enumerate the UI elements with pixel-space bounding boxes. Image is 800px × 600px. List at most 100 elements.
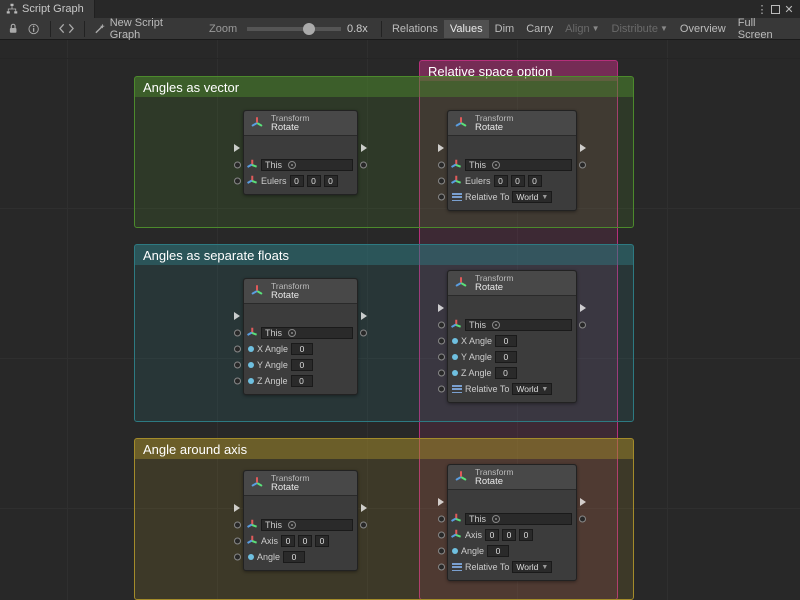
relative-to-dropdown[interactable]: World▼ <box>512 561 552 573</box>
relative-to-dropdown[interactable]: World▼ <box>512 383 552 395</box>
target-picker-icon[interactable] <box>492 515 500 523</box>
eulers-in-port[interactable] <box>234 178 241 185</box>
flow-in-port[interactable] <box>234 312 240 320</box>
target-in-port[interactable] <box>234 522 241 529</box>
angle-port[interactable] <box>438 548 445 555</box>
node-transform-rotate[interactable]: TransformRotate This Axis000 Angle0 Rela… <box>447 464 577 581</box>
code-icon[interactable] <box>55 20 78 38</box>
data-out-port[interactable] <box>360 330 367 337</box>
menu-relations[interactable]: Relations <box>386 20 444 38</box>
node-header[interactable]: TransformRotate <box>448 271 576 296</box>
target-in-port[interactable] <box>234 330 241 337</box>
target-in-port[interactable] <box>438 516 445 523</box>
flow-in-port[interactable] <box>234 144 240 152</box>
relative-in-port[interactable] <box>438 564 445 571</box>
axis-port[interactable] <box>234 538 241 545</box>
node-header[interactable]: TransformRotate <box>448 111 576 136</box>
target-field[interactable]: This <box>261 519 353 531</box>
axis-x-field[interactable]: 0 <box>281 535 295 547</box>
target-field[interactable]: This <box>465 319 572 331</box>
node-header[interactable]: TransformRotate <box>448 465 576 490</box>
close-icon[interactable]: ✕ <box>782 2 796 16</box>
node-transform-rotate[interactable]: TransformRotate This Eulers 0 0 0 <box>447 110 577 211</box>
target-picker-icon[interactable] <box>288 161 296 169</box>
target-picker-icon[interactable] <box>492 161 500 169</box>
target-picker-icon[interactable] <box>288 329 296 337</box>
data-out-port[interactable] <box>579 516 586 523</box>
target-field[interactable]: This <box>261 327 353 339</box>
y-angle-port[interactable] <box>438 354 445 361</box>
y-angle-port[interactable] <box>234 362 241 369</box>
info-icon[interactable] <box>24 20 43 38</box>
target-field[interactable]: This <box>465 513 572 525</box>
euler-z-field[interactable]: 0 <box>324 175 338 187</box>
new-script-graph-button[interactable]: New Script Graph <box>88 20 197 38</box>
axis-x-field[interactable]: 0 <box>485 529 499 541</box>
euler-x-field[interactable]: 0 <box>290 175 304 187</box>
x-angle-port[interactable] <box>234 346 241 353</box>
menu-overview[interactable]: Overview <box>674 20 732 38</box>
menu-dim[interactable]: Dim <box>489 20 521 38</box>
node-header[interactable]: TransformRotate <box>244 279 357 304</box>
node-transform-rotate[interactable]: TransformRotate This Eulers 0 0 0 <box>243 110 358 195</box>
euler-y-field[interactable]: 0 <box>511 175 525 187</box>
flow-in-port[interactable] <box>234 504 240 512</box>
angle-port[interactable] <box>234 554 241 561</box>
target-field[interactable]: This <box>261 159 353 171</box>
node-transform-rotate[interactable]: TransformRotate This Axis000 Angle0 <box>243 470 358 571</box>
z-angle-field[interactable]: 0 <box>291 375 313 387</box>
flow-out-port[interactable] <box>361 504 367 512</box>
axis-z-field[interactable]: 0 <box>315 535 329 547</box>
group-header[interactable]: Angles as vector <box>135 77 633 97</box>
z-angle-port[interactable] <box>438 370 445 377</box>
euler-y-field[interactable]: 0 <box>307 175 321 187</box>
data-out-port[interactable] <box>579 322 586 329</box>
data-out-port[interactable] <box>579 162 586 169</box>
node-transform-rotate[interactable]: TransformRotate This X Angle0 Y Angle0 Z… <box>243 278 358 395</box>
target-picker-icon[interactable] <box>288 521 296 529</box>
target-picker-icon[interactable] <box>492 321 500 329</box>
relative-to-dropdown[interactable]: World▼ <box>512 191 552 203</box>
flow-out-port[interactable] <box>580 304 586 312</box>
axis-z-field[interactable]: 0 <box>519 529 533 541</box>
target-field[interactable]: This <box>465 159 572 171</box>
zoom-slider[interactable] <box>247 27 341 31</box>
axis-y-field[interactable]: 0 <box>502 529 516 541</box>
axis-y-field[interactable]: 0 <box>298 535 312 547</box>
y-angle-field[interactable]: 0 <box>495 351 517 363</box>
flow-in-port[interactable] <box>438 498 444 506</box>
relative-in-port[interactable] <box>438 386 445 393</box>
menu-values[interactable]: Values <box>444 20 489 38</box>
angle-field[interactable]: 0 <box>283 551 305 563</box>
euler-z-field[interactable]: 0 <box>528 175 542 187</box>
target-in-port[interactable] <box>234 162 241 169</box>
eulers-in-port[interactable] <box>438 178 445 185</box>
data-out-port[interactable] <box>360 522 367 529</box>
group-header[interactable]: Angles as separate floats <box>135 245 633 265</box>
menu-carry[interactable]: Carry <box>520 20 559 38</box>
flow-out-port[interactable] <box>361 144 367 152</box>
kebab-icon[interactable]: ⋮ <box>755 2 769 16</box>
flow-in-port[interactable] <box>438 304 444 312</box>
zoom-slider-knob[interactable] <box>303 23 315 35</box>
tab-script-graph[interactable]: Script Graph <box>0 0 95 18</box>
lock-icon[interactable] <box>4 20 22 38</box>
data-out-port[interactable] <box>360 162 367 169</box>
node-transform-rotate[interactable]: TransformRotate This X Angle0 Y Angle0 Z… <box>447 270 577 403</box>
y-angle-field[interactable]: 0 <box>291 359 313 371</box>
flow-out-port[interactable] <box>361 312 367 320</box>
target-in-port[interactable] <box>438 162 445 169</box>
node-header[interactable]: TransformRotate <box>244 111 357 136</box>
angle-field[interactable]: 0 <box>487 545 509 557</box>
group-header[interactable]: Angle around axis <box>135 439 633 459</box>
node-header[interactable]: TransformRotate <box>244 471 357 496</box>
flow-out-port[interactable] <box>580 498 586 506</box>
euler-x-field[interactable]: 0 <box>494 175 508 187</box>
x-angle-field[interactable]: 0 <box>495 335 517 347</box>
menu-fullscreen[interactable]: Full Screen <box>732 20 796 38</box>
axis-port[interactable] <box>438 532 445 539</box>
maximize-icon[interactable] <box>771 5 780 14</box>
flow-in-port[interactable] <box>438 144 444 152</box>
graph-canvas[interactable]: Relative space option Angles as vector A… <box>0 40 800 600</box>
relative-in-port[interactable] <box>438 194 445 201</box>
